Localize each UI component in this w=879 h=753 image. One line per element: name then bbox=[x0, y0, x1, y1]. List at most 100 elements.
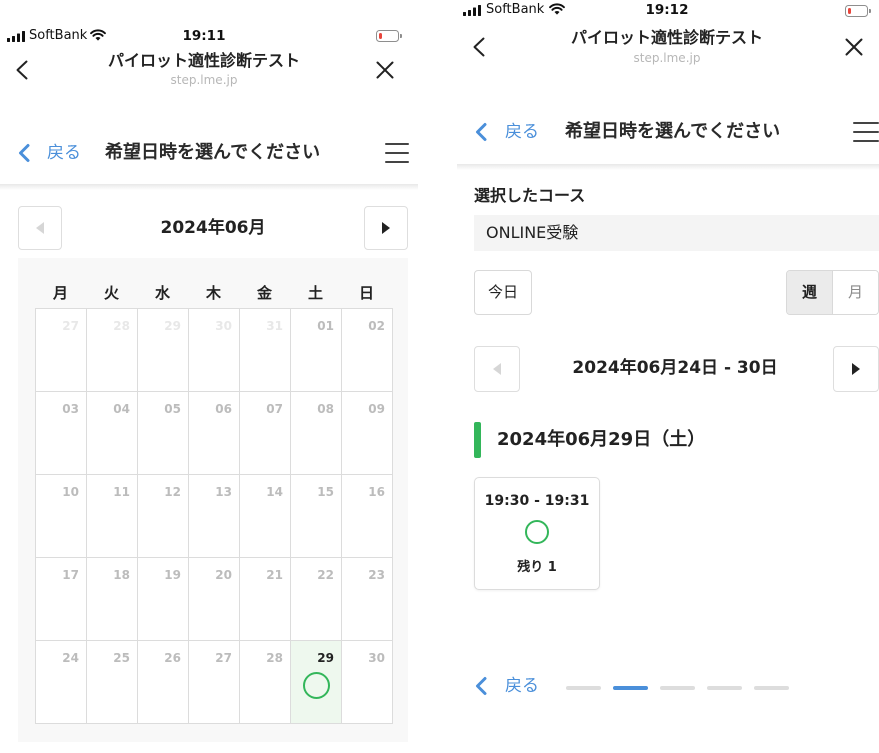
progress-step-current bbox=[613, 686, 648, 690]
next-month-button[interactable] bbox=[364, 206, 408, 250]
calendar-day-cell: 08 bbox=[291, 392, 342, 475]
day-number: 19 bbox=[164, 568, 181, 582]
prev-month-button[interactable] bbox=[18, 206, 62, 250]
day-number: 27 bbox=[62, 319, 79, 333]
calendar-day-cell: 06 bbox=[189, 392, 240, 475]
calendar-day-cell: 30 bbox=[189, 309, 240, 392]
app-domain: step.lme.jp bbox=[633, 51, 701, 65]
nav-shadow bbox=[457, 164, 879, 170]
day-number: 12 bbox=[164, 485, 181, 499]
calendar-day-cell: 07 bbox=[240, 392, 291, 475]
day-number: 30 bbox=[215, 319, 232, 333]
status-time: 19:12 bbox=[645, 2, 689, 18]
day-number: 21 bbox=[266, 568, 283, 582]
calendar-day-cell: 21 bbox=[240, 558, 291, 641]
day-number: 05 bbox=[164, 402, 181, 416]
weekday-label: 水 bbox=[154, 284, 170, 302]
calendar-day-cell: 15 bbox=[291, 475, 342, 558]
nav-back-label: 戻る bbox=[505, 122, 539, 142]
day-number: 04 bbox=[113, 402, 130, 416]
day-number: 28 bbox=[266, 651, 283, 665]
battery-level bbox=[379, 33, 382, 39]
day-number: 18 bbox=[113, 568, 130, 582]
calendar-day-cell: 31 bbox=[240, 309, 291, 392]
day-number: 22 bbox=[317, 568, 334, 582]
day-heading: 2024年06月29日（土） bbox=[497, 429, 706, 450]
calendar-day-cell: 30 bbox=[342, 641, 393, 724]
battery-icon bbox=[376, 30, 402, 42]
back-chevron-icon bbox=[476, 123, 487, 141]
selected-course-label: 選択したコース bbox=[474, 186, 586, 205]
day-number: 26 bbox=[164, 651, 181, 665]
page-title: 希望日時を選んでください bbox=[105, 142, 321, 163]
view-month-button[interactable]: 月 bbox=[832, 271, 878, 314]
calendar-day-cell: 01 bbox=[291, 309, 342, 392]
battery-level bbox=[848, 8, 851, 14]
calendar-day-cell: 11 bbox=[87, 475, 138, 558]
day-number: 09 bbox=[368, 402, 385, 416]
app-title: パイロット適性診断テスト bbox=[107, 51, 300, 70]
calendar-day-cell: 22 bbox=[291, 558, 342, 641]
day-number: 13 bbox=[215, 485, 232, 499]
weekday-label: 火 bbox=[103, 284, 119, 302]
weekday-label: 木 bbox=[205, 284, 221, 302]
day-number: 23 bbox=[368, 568, 385, 582]
prev-week-button[interactable] bbox=[474, 346, 520, 392]
hamburger-menu-icon[interactable] bbox=[385, 143, 409, 163]
weekday-label: 日 bbox=[358, 284, 374, 302]
today-button[interactable]: 今日 bbox=[474, 270, 532, 315]
calendar-day-cell: 02 bbox=[342, 309, 393, 392]
day-number: 20 bbox=[215, 568, 232, 582]
view-toggle: 週 月 bbox=[786, 270, 879, 315]
screen-calendar-week: SoftBank 19:12 パイロット適性診断テスト step.lme.jp … bbox=[457, 0, 879, 753]
progress-indicator bbox=[566, 686, 789, 690]
day-number: 29 bbox=[164, 319, 181, 333]
close-icon[interactable] bbox=[845, 38, 863, 56]
progress-step bbox=[660, 686, 695, 690]
screen-calendar-month: SoftBank 19:11 パイロット適性診断テスト step.lme.jp … bbox=[0, 0, 418, 753]
day-number: 17 bbox=[62, 568, 79, 582]
footer-back-label: 戻る bbox=[505, 676, 539, 696]
day-number: 03 bbox=[62, 402, 79, 416]
slot-remaining: 残り 1 bbox=[517, 560, 557, 575]
calendar-grid: 27 28 29 30 31 01 02 03 04 05 06 07 08 09 10 11 12 13 14 15… bbox=[35, 308, 393, 724]
available-circle-icon bbox=[302, 672, 330, 699]
calendar-day-cell: 25 bbox=[87, 641, 138, 724]
close-icon[interactable] bbox=[376, 61, 394, 79]
calendar-day-available[interactable]: 29 bbox=[291, 641, 342, 724]
calendar-day-cell: 27 bbox=[189, 641, 240, 724]
day-number: 31 bbox=[266, 319, 283, 333]
time-slot-card[interactable]: 19:30 - 19:31 残り 1 bbox=[474, 477, 600, 590]
calendar-day-cell: 19 bbox=[138, 558, 189, 641]
selected-course-value: ONLINE受験 bbox=[474, 215, 879, 251]
calendar-day-cell: 20 bbox=[189, 558, 240, 641]
next-week-button[interactable] bbox=[833, 346, 879, 392]
day-number: 14 bbox=[266, 485, 283, 499]
calendar-day-cell: 23 bbox=[342, 558, 393, 641]
calendar-day-cell: 28 bbox=[240, 641, 291, 724]
day-number: 27 bbox=[215, 651, 232, 665]
hamburger-menu-icon[interactable] bbox=[853, 122, 879, 142]
day-number: 10 bbox=[62, 485, 79, 499]
day-number: 29 bbox=[317, 651, 334, 665]
calendar-day-cell: 18 bbox=[87, 558, 138, 641]
triangle-left-icon bbox=[36, 222, 44, 234]
progress-step bbox=[754, 686, 789, 690]
status-time: 19:11 bbox=[182, 28, 226, 44]
page-title: 希望日時を選んでください bbox=[565, 121, 781, 142]
progress-step bbox=[707, 686, 742, 690]
day-number: 07 bbox=[266, 402, 283, 416]
back-chevron-icon bbox=[476, 677, 487, 695]
day-number: 06 bbox=[215, 402, 232, 416]
calendar-day-cell: 03 bbox=[36, 392, 87, 475]
calendar-day-cell: 09 bbox=[342, 392, 393, 475]
nav-back-label: 戻る bbox=[47, 143, 81, 163]
weekday-header: 月火水木金土日 bbox=[35, 282, 392, 304]
day-number: 24 bbox=[62, 651, 79, 665]
day-number: 30 bbox=[368, 651, 385, 665]
view-week-button[interactable]: 週 bbox=[787, 271, 832, 314]
calendar-day-cell: 04 bbox=[87, 392, 138, 475]
week-range-label: 2024年06月24日 - 30日 bbox=[572, 358, 778, 378]
calendar-day-cell: 28 bbox=[87, 309, 138, 392]
calendar-day-cell: 16 bbox=[342, 475, 393, 558]
